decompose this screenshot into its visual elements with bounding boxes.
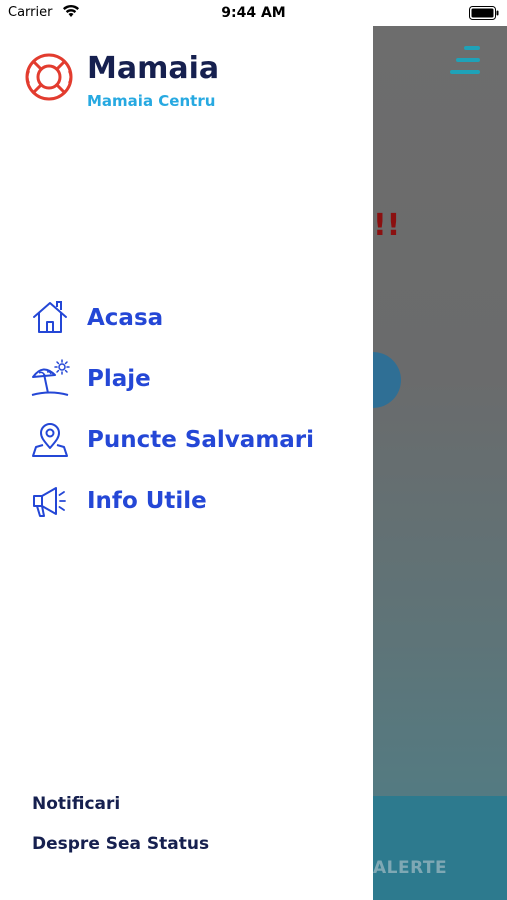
menu-label-acasa: Acasa xyxy=(87,305,164,331)
background-alert-text: !! xyxy=(373,208,401,243)
status-bar: Carrier 9:44 AM xyxy=(0,0,507,26)
battery-icon xyxy=(469,6,499,20)
lifebuoy-logo-icon xyxy=(25,53,73,101)
menu-item-puncte-salvamari[interactable]: Puncte Salvamari xyxy=(26,420,356,464)
menu-item-info-utile[interactable]: Info Utile xyxy=(26,481,356,525)
home-icon xyxy=(33,301,67,333)
menu-item-acasa[interactable]: Acasa xyxy=(26,298,356,342)
megaphone-icon xyxy=(33,487,66,517)
beach-umbrella-icon xyxy=(31,359,70,396)
location-subtitle: Mamaia Centru xyxy=(87,92,216,110)
about-link[interactable]: Despre Sea Status xyxy=(32,834,209,854)
menu-label-plaje: Plaje xyxy=(87,366,151,392)
side-drawer: Mamaia Mamaia Centru Acasa Plaje Puncte … xyxy=(0,26,373,900)
menu-item-plaje[interactable]: Plaje xyxy=(26,359,356,403)
app-title: Mamaia xyxy=(87,51,220,86)
clock-time: 9:44 AM xyxy=(221,5,286,21)
alerts-tab-label[interactable]: ALERTE xyxy=(373,858,447,878)
menu-icon[interactable] xyxy=(450,44,482,78)
menu-label-info-utile: Info Utile xyxy=(87,488,207,514)
notifications-link[interactable]: Notificari xyxy=(32,794,120,814)
map-pin-icon xyxy=(32,423,68,457)
menu-label-puncte-salvamari: Puncte Salvamari xyxy=(87,427,315,453)
